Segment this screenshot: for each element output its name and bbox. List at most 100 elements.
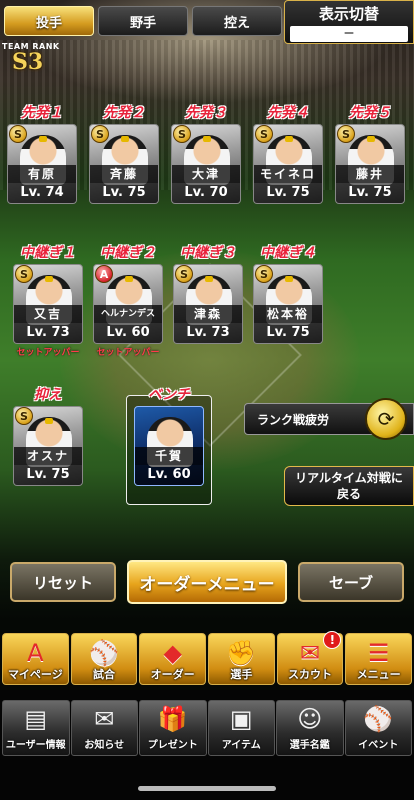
player-card[interactable]: S 松本裕 Lv. 75 xyxy=(253,264,323,344)
player-level: Lv. 60 xyxy=(135,465,203,485)
nav-player-button[interactable]: ✊ 選手 xyxy=(208,633,275,685)
slot-starter-3: 先発３ S 大津 Lv. 70 xyxy=(168,104,244,204)
realtime-label-line2: 戻る xyxy=(336,487,361,501)
slot-starter-5: 先発５ S 藤井 Lv. 75 xyxy=(332,104,408,204)
realtime-label-line1: リアルタイム対戦に xyxy=(295,471,403,485)
gift-icon: 🎁 xyxy=(157,705,188,733)
player-card[interactable]: S 又吉 Lv. 73 xyxy=(13,264,83,344)
refresh-icon: ⟳ xyxy=(365,398,407,440)
reset-button[interactable]: リセット xyxy=(10,562,116,602)
cap-logo-icon xyxy=(285,136,293,142)
slot-label: 先発５ xyxy=(349,105,391,121)
rank-badge-icon: S xyxy=(255,265,273,283)
player-level: Lv. 75 xyxy=(90,183,158,203)
mypage-icon: A xyxy=(27,639,44,667)
sub-nav-present[interactable]: 🎁 プレゼント xyxy=(139,700,207,756)
display-switch-value: ー xyxy=(290,26,408,42)
player-directory-icon: ☺ xyxy=(297,705,323,733)
cap-logo-icon xyxy=(203,136,211,142)
nav-game-button[interactable]: ⚾ 試合 xyxy=(70,633,138,685)
player-card[interactable]: S 斉藤 Lv. 75 xyxy=(89,124,159,204)
cap-logo-icon xyxy=(205,276,213,282)
rank-fatigue-label: ランク戦疲労 xyxy=(257,412,330,427)
display-switch-label: 表示切替 xyxy=(318,5,379,23)
position-tabs: 投手 野手 控え xyxy=(4,6,282,38)
player-card[interactable]: S 藤井 Lv. 75 xyxy=(335,124,405,204)
nav-label: オーダー xyxy=(150,668,195,681)
player-level: Lv. 73 xyxy=(174,323,242,343)
slot-closer: 抑え S オスナ Lv. 75 xyxy=(10,386,86,486)
baseball-icon: ⚾ xyxy=(89,639,119,667)
player-card[interactable]: 千賀 Lv. 60 xyxy=(134,406,204,486)
team-rank: TEAM RANK S3 xyxy=(2,42,60,73)
player-card[interactable]: S 有原 Lv. 74 xyxy=(7,124,77,204)
nav-item-player-wrap: ✊ 選手 xyxy=(208,633,275,685)
player-level: Lv. 70 xyxy=(172,183,240,203)
user-info-icon: ▤ xyxy=(24,705,48,733)
slot-label: 先発３ xyxy=(185,105,227,121)
player-card[interactable]: S 大津 Lv. 70 xyxy=(171,124,241,204)
player-name: 千賀 xyxy=(135,447,203,465)
rank-fatigue-button[interactable]: ランク戦疲労 ⟳ xyxy=(244,398,414,440)
nav-label: メニュー xyxy=(356,668,401,681)
rank-badge-icon: S xyxy=(175,265,193,283)
player-card[interactable]: S オスナ Lv. 75 xyxy=(13,406,83,486)
rank-badge-icon: S xyxy=(337,125,355,143)
player-card[interactable]: S 津森 Lv. 73 xyxy=(173,264,243,344)
cap-logo-icon xyxy=(125,276,133,282)
player-name: 有原 xyxy=(8,165,76,183)
rank-badge-icon: S xyxy=(255,125,273,143)
nav-mypage-button[interactable]: A マイページ xyxy=(2,633,69,685)
slot-starter-2: 先発２ S 斉藤 Lv. 75 xyxy=(86,104,162,204)
slot-label: ベンチ xyxy=(148,387,190,403)
mail-icon: ✉ xyxy=(94,705,115,733)
nav-menu-button[interactable]: ☰ メニュー xyxy=(345,633,413,685)
player-level: Lv. 75 xyxy=(254,183,322,203)
order-menu-button[interactable]: オーダーメニュー xyxy=(127,560,287,604)
player-name: ヘルナンデス xyxy=(94,305,162,323)
player-level: Lv. 75 xyxy=(254,323,322,343)
nav-order-button[interactable]: ◆ オーダー xyxy=(139,633,207,685)
sub-nav-news[interactable]: ✉ お知らせ xyxy=(70,700,138,756)
slot-reliever-1: 中継ぎ１ S 又吉 Lv. 73 セットアッパー xyxy=(10,244,86,358)
tab-reserves[interactable]: 控え xyxy=(192,6,282,36)
slot-starter-1: 先発１ S 有原 Lv. 74 xyxy=(4,104,80,204)
cap-logo-icon xyxy=(285,276,293,282)
slot-label: 抑え xyxy=(34,387,62,403)
player-name: 津森 xyxy=(174,305,242,323)
item-box-icon: ▣ xyxy=(229,705,253,733)
slot-starter-4: 先発４ S モイネロ Lv. 75 xyxy=(250,104,326,204)
player-level: Lv. 60 xyxy=(94,323,162,343)
save-button[interactable]: セーブ xyxy=(298,562,404,602)
player-card[interactable]: S モイネロ Lv. 75 xyxy=(253,124,323,204)
player-card[interactable]: A ヘルナンデス Lv. 60 xyxy=(93,264,163,344)
player-name: オスナ xyxy=(14,447,82,465)
nav-label: マイページ xyxy=(7,668,63,681)
slot-bench: ベンチ 千賀 Lv. 60 xyxy=(131,386,207,486)
player-name: モイネロ xyxy=(254,165,322,183)
menu-icon: ☰ xyxy=(367,639,390,667)
display-switch-button[interactable]: 表示切替 ー xyxy=(284,0,414,44)
nav-label: スカウト xyxy=(288,668,333,681)
sub-nav-label: プレゼント xyxy=(147,740,198,751)
player-name: 松本裕 xyxy=(254,305,322,323)
sub-nav-event[interactable]: ⚾ イベント xyxy=(344,700,412,756)
scout-card-icon: ✉ xyxy=(299,639,321,667)
sub-nav-user-info[interactable]: ▤ ユーザー情報 xyxy=(2,700,70,756)
player-name: 斉藤 xyxy=(90,165,158,183)
sub-nav-player-directory[interactable]: ☺ 選手名鑑 xyxy=(276,700,344,756)
return-realtime-battle-button[interactable]: リアルタイム対戦に 戻る xyxy=(284,466,414,506)
cap-logo-icon xyxy=(39,136,47,142)
nav-label: 選手 xyxy=(230,668,253,681)
rank-badge-icon: S xyxy=(15,265,33,283)
sub-nav-item[interactable]: ▣ アイテム xyxy=(207,700,275,756)
nav-item-order-wrap: ◆ オーダー xyxy=(139,633,207,685)
rank-badge-icon: A xyxy=(95,265,113,283)
sub-nav-label: お知らせ xyxy=(84,740,125,751)
slot-label: 先発４ xyxy=(267,105,309,121)
role-tag: セットアッパー xyxy=(96,348,160,358)
tab-fielders[interactable]: 野手 xyxy=(98,6,188,36)
tab-pitchers[interactable]: 投手 xyxy=(4,6,94,36)
slot-label: 先発１ xyxy=(21,105,63,121)
home-indicator xyxy=(138,786,276,791)
